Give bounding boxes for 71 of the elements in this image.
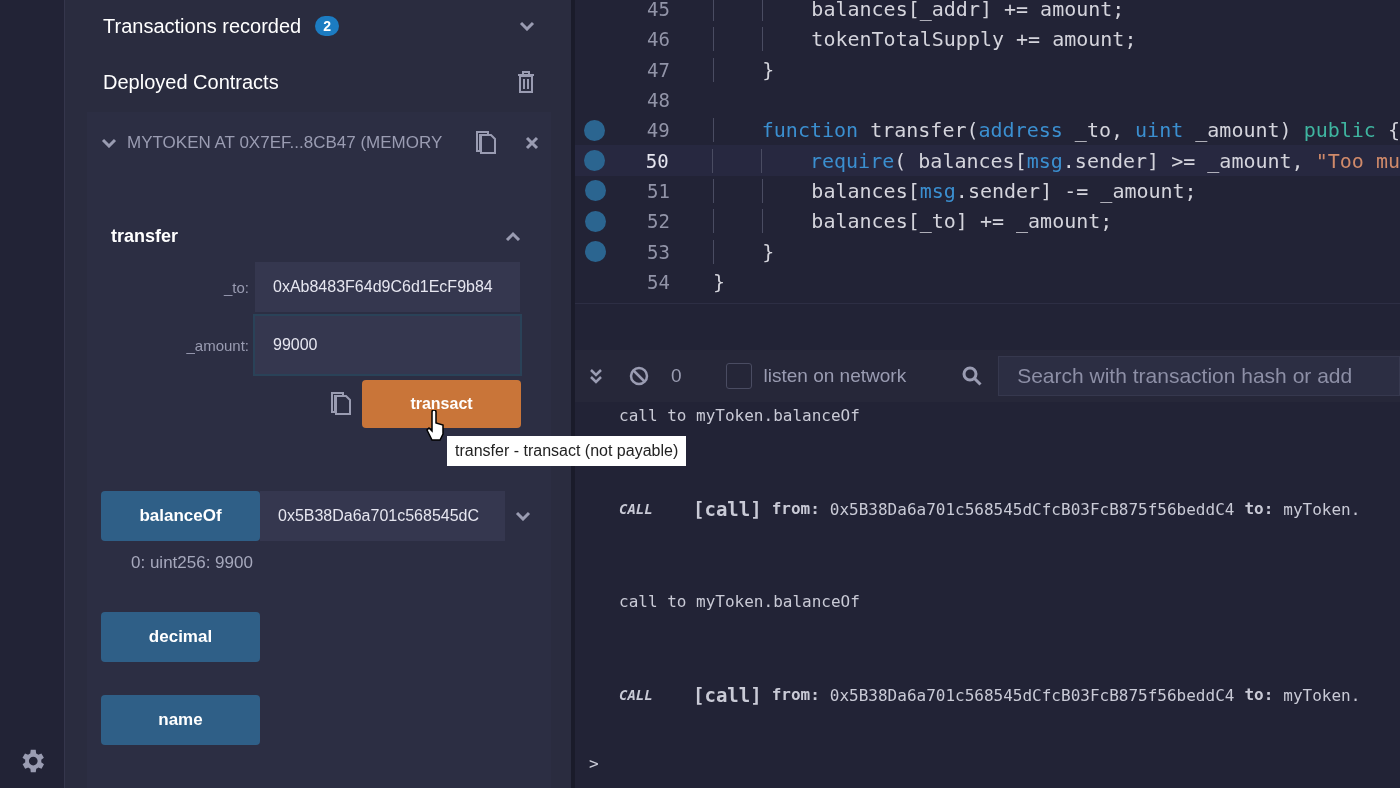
breakpoint-dot[interactable] <box>584 241 606 262</box>
listen-checkbox[interactable] <box>725 363 752 389</box>
call-tag: [call] <box>693 499 762 519</box>
line-number: 47 <box>646 58 670 81</box>
line-number: 45 <box>646 0 670 21</box>
code-line: balances[_addr] += amount; <box>713 0 1125 25</box>
from-address: 0x5B38Da6a701c568545dCfcB03FcB875f56beddC4 <box>829 685 1235 705</box>
breakpoint-dot[interactable] <box>584 119 606 141</box>
line-number: 50 <box>644 149 669 172</box>
count-badge: 2 <box>315 16 340 36</box>
call-button[interactable]: balanceOf <box>101 491 260 541</box>
search-icon[interactable] <box>962 366 983 386</box>
code-line: function transfer(address _to, uint _amount) public { <box>712 115 1400 146</box>
param-label: _amount: <box>185 336 250 354</box>
line-number: 52 <box>646 210 670 233</box>
contract-title[interactable]: MYTOKEN AT 0X7EF...8CB47 (MEMORY <box>127 133 443 153</box>
chevron-icon[interactable] <box>505 231 521 241</box>
call-tag: [call] <box>693 685 762 705</box>
call-input[interactable]: 0x5B38Da6a701c568545dC <box>260 491 505 541</box>
deployed-contracts-title: Deployed Contracts <box>103 70 279 94</box>
transactions-recorded-title: Transactions recorded <box>103 14 302 38</box>
transact-button[interactable]: transact <box>362 380 521 428</box>
copy-icon[interactable] <box>475 131 497 155</box>
hand-cursor-icon <box>425 410 447 442</box>
search-field[interactable]: Search with transaction hash or add <box>998 356 1400 396</box>
code-line: balances[_to] += _amount; <box>713 206 1113 237</box>
chevron-icon[interactable] <box>515 511 531 521</box>
from-label: from: <box>771 499 820 519</box>
call-result: 0: uint256: 9900 <box>131 553 254 573</box>
call-button[interactable]: decimal <box>101 612 260 662</box>
line-number: 48 <box>646 89 670 112</box>
to-address: myToken. <box>1283 685 1361 705</box>
code-line: } <box>713 54 775 85</box>
clear-icon[interactable] <box>629 366 649 386</box>
to-label: to: <box>1244 685 1274 705</box>
code-line: } <box>713 268 726 296</box>
close-icon[interactable] <box>525 136 539 150</box>
code-line: balances[msg.sender] -= _amount; <box>713 175 1197 206</box>
code-line: require( balances[msg.sender] >= _amount, "Too mu <box>711 145 1400 176</box>
breakpoint-dot[interactable] <box>584 150 606 172</box>
line-number: 53 <box>646 240 670 263</box>
call-label: CALL <box>619 500 654 519</box>
line-number: 51 <box>646 179 670 202</box>
breakpoint-dot[interactable] <box>584 180 606 202</box>
line-number: 49 <box>645 119 670 142</box>
log-line: call to myToken.balanceOf <box>619 592 860 612</box>
chevron-icon[interactable] <box>519 21 535 31</box>
prompt: > <box>589 754 600 773</box>
line-number: 54 <box>646 270 670 293</box>
tooltip: transfer - transact (not payable) <box>447 436 687 466</box>
pending-count: 0 <box>671 365 682 387</box>
code-line: tokenTotalSupply += amount; <box>713 24 1137 55</box>
code-line: } <box>713 236 775 267</box>
to-label: to: <box>1244 499 1274 519</box>
listen-label: listen on network <box>763 365 907 387</box>
breakpoint-dot[interactable] <box>584 210 606 232</box>
log-line: call to myToken.balanceOf <box>619 406 860 426</box>
double-chevron-icon[interactable] <box>589 368 603 384</box>
from-address: 0x5B38Da6a701c568545dCfcB03FcB875f56beddC4 <box>829 499 1235 519</box>
to-address: myToken. <box>1283 499 1361 519</box>
call-label: CALL <box>619 686 654 705</box>
chevron-icon[interactable] <box>101 138 117 148</box>
function-name: transfer <box>111 225 179 247</box>
from-label: from: <box>771 685 820 705</box>
copy-icon[interactable] <box>330 392 352 416</box>
param-label: _to: <box>222 278 250 296</box>
trash-icon[interactable] <box>517 71 535 93</box>
call-button[interactable]: name <box>101 695 260 745</box>
param-input[interactable]: 99000 <box>255 316 520 374</box>
param-input[interactable]: 0xAb8483F64d9C6d1EcF9b84 <box>255 262 520 312</box>
line-number: 46 <box>646 28 670 51</box>
